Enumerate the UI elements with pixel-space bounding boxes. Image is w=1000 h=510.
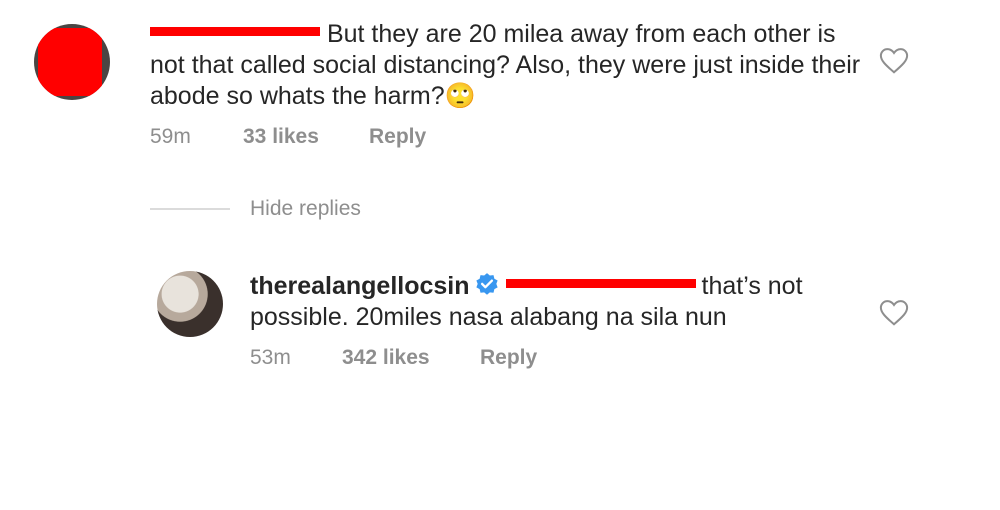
comment-meta: 59m bbox=[150, 125, 191, 149]
verified-badge-icon bbox=[475, 273, 498, 295]
reply-text-line2: possible. 20miles nasa alabang na sila n… bbox=[250, 303, 727, 331]
heart-icon[interactable] bbox=[879, 299, 909, 327]
heart-icon[interactable] bbox=[879, 47, 909, 75]
redacted-mention[interactable] bbox=[505, 278, 696, 288]
divider bbox=[150, 208, 230, 210]
avatar[interactable] bbox=[157, 271, 223, 337]
redacted-username[interactable] bbox=[150, 26, 320, 36]
reply-body: therealangellocsin that’s not possible. … bbox=[250, 271, 870, 333]
redaction-box bbox=[38, 28, 102, 96]
reply-text-line1: that’s not bbox=[701, 272, 803, 300]
reply-time: 53m bbox=[250, 346, 291, 369]
avatar[interactable] bbox=[34, 24, 110, 100]
comment-time: 59m bbox=[150, 125, 191, 148]
reply-button[interactable]: Reply bbox=[480, 346, 537, 370]
reply-button[interactable]: Reply bbox=[369, 125, 426, 149]
username[interactable]: therealangellocsin bbox=[250, 272, 470, 300]
hide-replies-button[interactable]: Hide replies bbox=[250, 197, 361, 221]
comment-body: But they are 20 milea away from each oth… bbox=[150, 19, 870, 112]
likes-count[interactable]: 33 likes bbox=[243, 125, 319, 149]
reply-meta: 53m bbox=[250, 346, 291, 370]
likes-count[interactable]: 342 likes bbox=[342, 346, 430, 370]
